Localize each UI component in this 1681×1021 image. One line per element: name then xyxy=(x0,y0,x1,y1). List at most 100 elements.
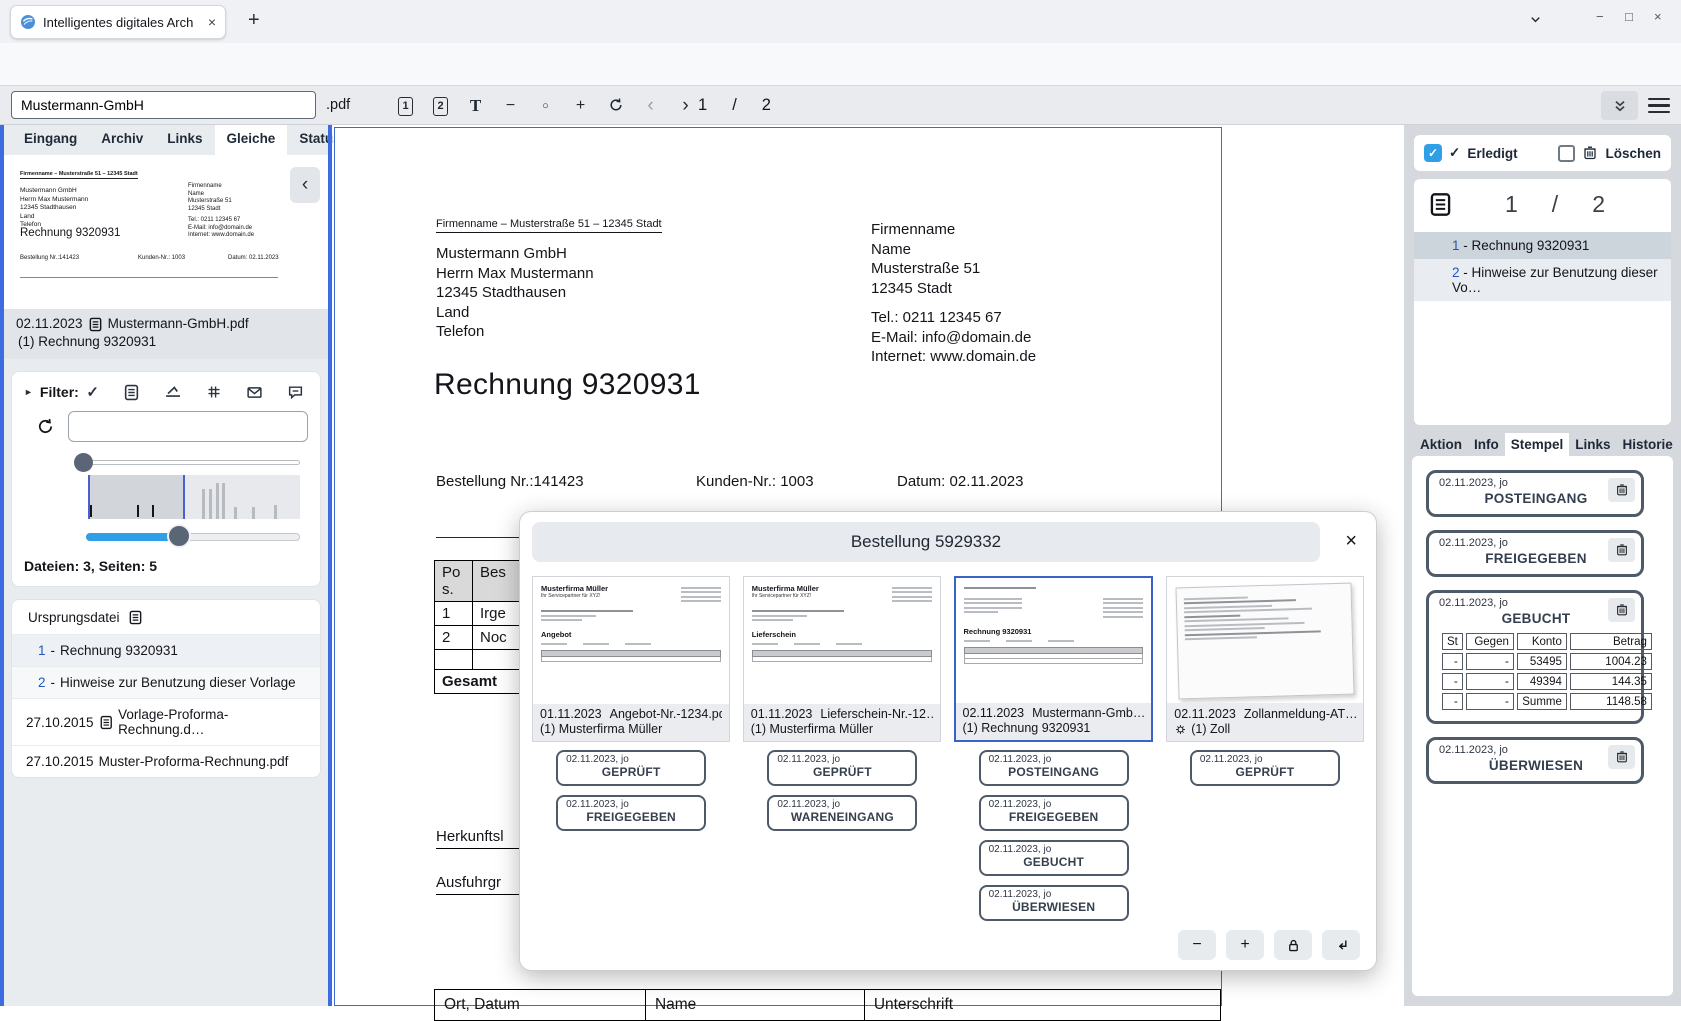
slider-handle[interactable] xyxy=(167,524,191,548)
dialog-title-bar[interactable]: Bestellung 5929332 xyxy=(532,522,1320,562)
prev-page-button[interactable]: ‹ xyxy=(633,95,668,117)
source-item[interactable]: 27.10.2015 Vorlage-Proforma-Rechnung.d… xyxy=(12,698,320,745)
lock-button[interactable] xyxy=(1274,930,1312,960)
doc-title: Rechnung 9320931 xyxy=(434,368,701,402)
page-indicator: 1 / 2 xyxy=(698,86,771,125)
check-filter-icon[interactable]: ✓ xyxy=(86,383,99,401)
stamp-posteingang[interactable]: 02.11.2023, joPOSTEINGANG xyxy=(979,750,1129,786)
doc-contact-block: Tel.: 0211 12345 67E-Mail: info@domain.d… xyxy=(871,308,1036,367)
browser-tab[interactable]: Intelligentes digitales Arch × xyxy=(10,5,226,39)
mail-filter-icon[interactable] xyxy=(246,384,263,401)
page-two-button[interactable]: 2 xyxy=(423,96,458,116)
mini-invoice-preview: Firmenname – Musterstraße 51 – 12345 Sta… xyxy=(20,165,290,305)
date-histogram[interactable] xyxy=(88,475,300,519)
stamp-freigegeben[interactable]: 02.11.2023, jo FREIGEGEBEN xyxy=(1426,530,1644,577)
file-entry-selected[interactable]: 02.11.2023 Mustermann-GmbH.pdf (1) Rechn… xyxy=(4,309,328,359)
stamp-freigegeben[interactable]: 02.11.2023, joFREIGEGEBEN xyxy=(979,795,1129,831)
tab-gleiche[interactable]: Gleiche xyxy=(215,125,288,155)
tab-eingang[interactable]: Eingang xyxy=(12,125,89,155)
linked-doc-zollanmeldung[interactable]: 02.11.2023 Zollanmeldung-AT… (1) Zoll xyxy=(1166,576,1364,742)
viewer-tool-group: 1 2 T − ○ + ‹ › xyxy=(388,86,703,125)
stamp-gebucht[interactable]: 02.11.2023, jo GEBUCHT St Gegen Konto Be… xyxy=(1426,590,1644,724)
tab-info[interactable]: Info xyxy=(1468,433,1505,456)
tab-links[interactable]: Links xyxy=(155,125,214,155)
new-tab-button[interactable]: + xyxy=(240,7,268,34)
collapse-panel-button[interactable]: ‹ xyxy=(290,167,320,203)
window-maximize-button[interactable]: □ xyxy=(1625,9,1633,24)
collapse-toolbar-button[interactable] xyxy=(1601,91,1638,120)
tab-archiv[interactable]: Archiv xyxy=(89,125,155,155)
document-filter-icon[interactable] xyxy=(123,384,140,401)
linked-doc-lieferschein[interactable]: Musterfirma MüllerIhr Servicepartner für… xyxy=(743,576,941,742)
panel-splitter[interactable] xyxy=(328,125,332,1006)
dialog-toolbar: − + xyxy=(1178,930,1360,960)
export-button[interactable] xyxy=(1322,930,1360,960)
text-line-placeholder xyxy=(752,610,844,621)
zoom-in-button[interactable]: + xyxy=(563,97,598,115)
histogram-tick xyxy=(152,505,154,517)
grid-filter-icon[interactable] xyxy=(206,384,222,400)
filter-search-input[interactable] xyxy=(68,411,308,442)
list-tabs-chevron-icon[interactable] xyxy=(1528,11,1543,29)
tab-aktion[interactable]: Aktion xyxy=(1414,433,1468,456)
scanner-filter-icon[interactable] xyxy=(164,383,182,401)
stamp-wareneingang[interactable]: 02.11.2023, joWARENEINGANG xyxy=(767,795,917,831)
delete-stamp-button[interactable] xyxy=(1608,478,1635,502)
source-item[interactable]: 27.10.2015 Muster-Proforma-Rechnung.pdf xyxy=(12,745,320,777)
site-favicon-icon xyxy=(20,14,36,30)
delete-stamp-button[interactable] xyxy=(1608,745,1635,769)
comment-filter-icon[interactable] xyxy=(287,384,304,401)
source-item[interactable]: 2 - Hinweise zur Benutzung dieser Vorlag… xyxy=(12,666,320,698)
window-minimize-button[interactable]: − xyxy=(1596,9,1604,24)
trash-icon xyxy=(1615,603,1629,617)
linked-doc-rechnung-selected[interactable]: Rechnung 9320931 02.11.2023 Mustermann-G… xyxy=(954,576,1154,742)
gear-icon xyxy=(1174,723,1187,736)
stamp-freigegeben[interactable]: 02.11.2023, joFREIGEGEBEN xyxy=(556,795,706,831)
page-list-item[interactable]: 1 - Rechnung 9320931 xyxy=(1414,232,1671,259)
tab-close-icon[interactable]: × xyxy=(208,14,216,30)
histogram-bar xyxy=(216,483,219,519)
doc-col-pos: Pos. xyxy=(435,561,473,602)
mini-scan-preview xyxy=(1176,583,1355,700)
app-menu-icon[interactable] xyxy=(1648,94,1670,117)
page-one-button[interactable]: 1 xyxy=(388,96,423,116)
done-label: Erledigt xyxy=(1467,146,1517,161)
range-slider-start[interactable] xyxy=(74,452,300,473)
stamp-geprueft[interactable]: 02.11.2023, joGEPRÜFT xyxy=(767,750,917,786)
document-thumbnail-panel[interactable]: Firmenname – Musterstraße 51 – 12345 Sta… xyxy=(4,155,328,309)
zoom-reset-button[interactable]: ○ xyxy=(528,100,563,112)
stamp-ueberwiesen[interactable]: 02.11.2023, jo ÜBERWIESEN xyxy=(1426,737,1644,784)
refresh-icon[interactable] xyxy=(36,417,55,436)
delete-checkbox[interactable] xyxy=(1558,145,1575,162)
double-chevron-down-icon xyxy=(1612,98,1628,114)
zoom-out-button[interactable]: − xyxy=(1178,930,1216,960)
stamp-posteingang[interactable]: 02.11.2023, jo POSTEINGANG xyxy=(1426,470,1644,517)
zoom-in-button[interactable]: + xyxy=(1226,930,1264,960)
browser-tab-bar: Intelligentes digitales Arch × + − □ × xyxy=(0,0,1681,43)
tab-stempel[interactable]: Stempel xyxy=(1505,433,1570,456)
trash-icon xyxy=(1615,483,1629,497)
delete-stamp-button[interactable] xyxy=(1608,538,1635,562)
document-icon xyxy=(128,610,143,625)
range-slider-end[interactable] xyxy=(74,524,300,549)
mini-doc-preview: Rechnung 9320931 xyxy=(956,578,1152,671)
stamp-gebucht[interactable]: 02.11.2023, joGEBUCHT xyxy=(979,840,1129,876)
source-item[interactable]: 1 - Rechnung 9320931 xyxy=(12,634,320,666)
expander-triangle-icon[interactable]: ► xyxy=(24,387,33,397)
close-icon[interactable]: × xyxy=(1345,531,1357,551)
text-tool-button[interactable]: T xyxy=(458,96,493,116)
tab-historie[interactable]: Historie xyxy=(1617,433,1679,456)
window-close-button[interactable]: × xyxy=(1654,9,1662,24)
tab-links[interactable]: Links xyxy=(1569,433,1616,456)
stamp-ueberwiesen[interactable]: 02.11.2023, joÜBERWIESEN xyxy=(979,885,1129,921)
rotate-button[interactable] xyxy=(598,97,633,115)
slider-handle[interactable] xyxy=(74,453,93,472)
zoom-out-button[interactable]: − xyxy=(493,97,528,115)
done-checkbox[interactable]: ✓ xyxy=(1424,144,1442,162)
filename-input[interactable] xyxy=(11,91,316,119)
delete-stamp-button[interactable] xyxy=(1608,598,1635,622)
stamp-geprueft[interactable]: 02.11.2023, joGEPRÜFT xyxy=(1190,750,1340,786)
stamp-geprueft[interactable]: 02.11.2023, joGEPRÜFT xyxy=(556,750,706,786)
page-list-item[interactable]: 2 - Hinweise zur Benutzung dieser Vo… xyxy=(1414,259,1671,301)
linked-doc-angebot[interactable]: Musterfirma MüllerIhr Servicepartner für… xyxy=(532,576,730,742)
